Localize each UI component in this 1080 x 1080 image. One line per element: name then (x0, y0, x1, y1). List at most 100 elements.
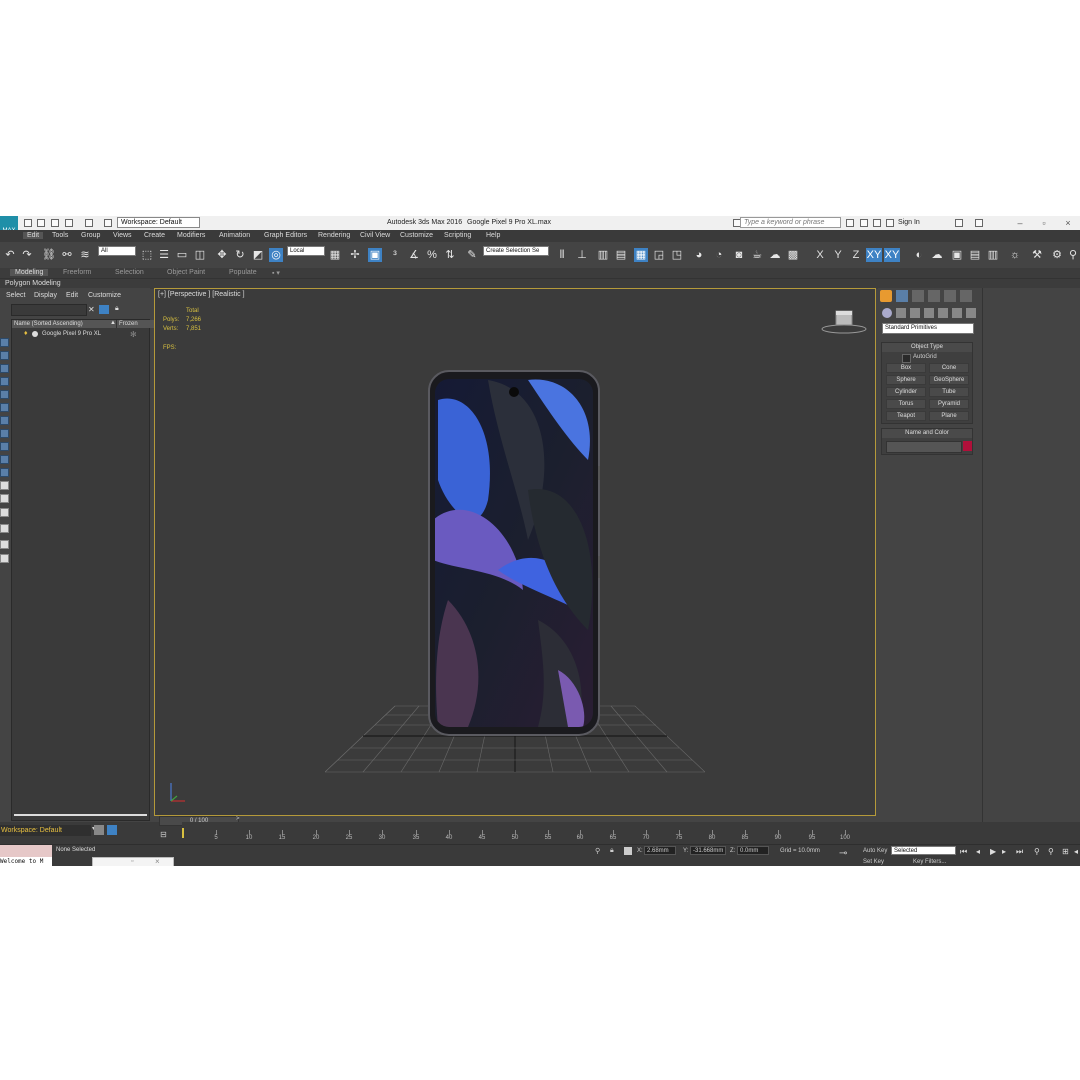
angle-snap-icon[interactable]: ∡ (407, 248, 421, 262)
scale-icon[interactable]: ◩ (251, 248, 265, 262)
light-bulb-icon[interactable]: ☼ (1008, 248, 1022, 262)
horizontal-scrollbar[interactable] (14, 814, 147, 816)
trackbar[interactable]: 5 10 15 20 25 30 35 40 45 50 55 60 65 70… (182, 822, 852, 844)
prompt-popup[interactable]: ▫ × (92, 857, 174, 866)
axis-x-button[interactable]: X (812, 248, 828, 262)
menu-edit[interactable]: Edit (23, 232, 44, 239)
column-name[interactable]: Name (Sorted Ascending) (12, 320, 118, 328)
key-icon[interactable]: ⊸ (839, 848, 847, 859)
object-type-header[interactable]: Object Type (882, 343, 972, 352)
tab-modeling[interactable]: Modeling (10, 269, 49, 276)
sphere-button[interactable]: Sphere (886, 375, 926, 385)
manipulate-icon[interactable]: ✢ (348, 248, 362, 262)
perspective-viewport[interactable]: [+] [Perspective ] [Realistic ] Total Po… (154, 288, 876, 816)
window-crossing-icon[interactable]: ◫ (193, 248, 207, 262)
rect-selection-icon[interactable]: ▭ (175, 248, 189, 262)
phone-3d-model[interactable] (428, 370, 600, 736)
display-xrefs-icon[interactable] (0, 429, 9, 438)
menu-create[interactable]: Create (144, 232, 165, 239)
list-item[interactable]: ♦ Google Pixel 9 Pro XL ✻ (12, 330, 149, 339)
axis-y-button[interactable]: Y (830, 248, 846, 262)
selection-lock-icon[interactable]: 🔒︎ (610, 847, 614, 855)
explorer-search-field[interactable] (11, 304, 87, 316)
tab-populate[interactable]: Populate (229, 269, 257, 276)
zoom-all-icon[interactable]: ⚲ (1048, 847, 1054, 856)
display-cameras-icon[interactable] (0, 377, 9, 386)
render-icon[interactable]: ☕ (750, 248, 764, 262)
autogrid-checkbox[interactable] (902, 354, 911, 363)
material-editor-icon[interactable]: ◕ (692, 248, 706, 262)
maximize-button[interactable]: ▫ (1032, 216, 1056, 230)
geometry-category-icon[interactable] (882, 308, 892, 318)
light-bulb-icon[interactable]: ♦ (24, 330, 28, 337)
object-color-swatch[interactable] (963, 441, 972, 451)
field-of-view-icon[interactable]: ◂ (1074, 847, 1078, 856)
subscription-icon[interactable] (860, 219, 868, 227)
menu-scripting[interactable]: Scripting (444, 232, 471, 239)
display-groups-icon[interactable] (0, 416, 9, 425)
ribbon-options-icon[interactable]: ▪ ▾ (272, 269, 280, 277)
isolate-icon[interactable]: ⚲ (595, 847, 600, 855)
star-icon[interactable] (873, 219, 881, 227)
align-icon[interactable]: ⊥ (575, 248, 589, 262)
zoom-extents-icon[interactable]: ⊞ (1062, 847, 1069, 856)
absolute-mode-icon[interactable] (624, 847, 632, 855)
utilities-panel-icon[interactable] (960, 290, 972, 302)
display-spacewarps-icon[interactable] (0, 403, 9, 412)
selection-filter-dropdown[interactable]: All (98, 246, 136, 256)
object-name-field[interactable] (886, 441, 962, 453)
tab-freeform[interactable]: Freeform (63, 269, 91, 276)
display-helpers-icon[interactable] (0, 390, 9, 399)
tab-selection[interactable]: Selection (115, 269, 144, 276)
lights-category-icon[interactable] (910, 308, 920, 318)
menu-animation[interactable]: Animation (219, 232, 250, 239)
display-bones-icon[interactable] (0, 442, 9, 451)
cameras-category-icon[interactable] (924, 308, 934, 318)
rendered-frame-icon[interactable]: ◙ (732, 248, 746, 262)
clear-search-icon[interactable]: ✕ (88, 305, 95, 314)
wrench-icon[interactable]: ⚒ (1030, 248, 1044, 262)
key-selection-dropdown[interactable]: Selected (891, 846, 956, 855)
search-input[interactable]: Type a keyword or phrase (740, 217, 841, 228)
polygon-modeling-panel[interactable]: Polygon Modeling (5, 280, 61, 287)
mirror-icon[interactable]: ⫴ (555, 248, 569, 262)
column-frozen[interactable]: Frozen (116, 320, 154, 328)
rotate-icon[interactable]: ↻ (233, 248, 247, 262)
play-icon[interactable]: ▶ (990, 847, 996, 856)
tab-object-paint[interactable]: Object Paint (167, 269, 205, 276)
helpers-category-icon[interactable] (938, 308, 948, 318)
current-frame-marker[interactable] (182, 828, 184, 838)
more-tools-icon[interactable]: ⚲ (1066, 248, 1080, 262)
link-icon[interactable]: ⛓ (42, 248, 56, 262)
open-file-icon[interactable] (37, 219, 45, 227)
bind-space-warp-icon[interactable]: ≋ (78, 248, 92, 262)
display-geometry-icon[interactable] (0, 338, 9, 347)
x-coord-field[interactable]: 2.68mm (644, 846, 676, 855)
hierarchy-panel-icon[interactable] (912, 290, 924, 302)
curve-editor-mini-icon[interactable]: ⊟ (160, 830, 172, 840)
menu-civil-view[interactable]: Civil View (360, 232, 390, 239)
curve-editor-icon[interactable]: ◲ (652, 248, 666, 262)
geosphere-button[interactable]: GeoSphere (929, 375, 969, 385)
viewport-label[interactable]: [+] [Perspective ] [Realistic ] (158, 291, 245, 298)
pyramid-button[interactable]: Pyramid (929, 399, 969, 409)
user-icon[interactable] (886, 219, 894, 227)
zoom-icon[interactable]: ⚲ (1034, 847, 1040, 856)
display-containers-icon[interactable] (0, 455, 9, 464)
select-by-name-icon[interactable]: ☰ (157, 248, 171, 262)
unlink-icon[interactable]: ⚯ (60, 248, 74, 262)
sign-in-link[interactable]: Sign In (898, 219, 920, 226)
display-panel-icon[interactable] (944, 290, 956, 302)
explorer-menu-edit[interactable]: Edit (66, 292, 78, 299)
explorer-menu-customize[interactable]: Customize (88, 292, 121, 299)
binoculars-icon[interactable] (846, 219, 854, 227)
percent-snap-icon[interactable]: % (425, 248, 439, 262)
project-folder-icon[interactable] (104, 219, 112, 227)
maxscript-mini-listener[interactable]: Welcome to M (0, 857, 52, 866)
menu-group[interactable]: Group (81, 232, 100, 239)
prev-frame-icon[interactable]: ◂ (976, 847, 980, 856)
teapot-button[interactable]: Teapot (886, 411, 926, 421)
menu-help[interactable]: Help (486, 232, 500, 239)
workspace-label[interactable]: Workspace: Default (0, 825, 91, 836)
display-shapes-icon[interactable] (0, 351, 9, 360)
